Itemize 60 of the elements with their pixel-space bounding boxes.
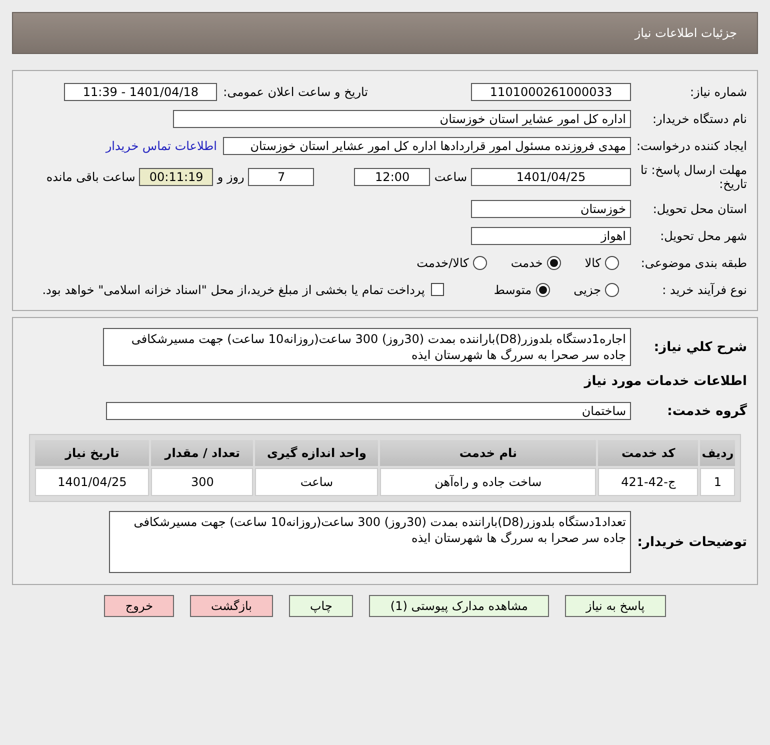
column-header: ردیف	[700, 440, 735, 466]
field-label: نام دستگاه خریدار:	[652, 112, 748, 126]
city-field: اهواز	[471, 226, 631, 244]
column-header: واحد اندازه گیری	[255, 440, 378, 466]
action-button[interactable]: بازگشت	[190, 595, 273, 617]
announce-date-field: 1401/04/18 - 11:39	[64, 82, 218, 100]
column-header: تعداد / مقدار	[151, 440, 254, 466]
field-label: تاریخ و ساعت اعلان عمومی:	[223, 84, 368, 98]
radio-button[interactable]	[605, 256, 619, 270]
buyer-org-field: اداره کل امور عشایر استان خوزستان	[173, 110, 631, 128]
contact-link[interactable]: اطلاعات تماس خریدار	[106, 138, 217, 152]
field-label: ایجاد کننده درخواست:	[635, 138, 748, 152]
deadline-time-field: 12:00	[354, 168, 430, 186]
page-title: جزئیات اطلاعات نیاز	[634, 26, 737, 40]
field-label: استان محل تحویل:	[652, 202, 748, 216]
field-label: گروه خدمت:	[666, 404, 748, 418]
radio-button[interactable]	[605, 282, 619, 296]
requester-field: مهدی فروزنده مسئول امور قراردادها اداره کل امور عشایر استان خوزستان	[223, 136, 631, 154]
field-label: طبقه بندی موضوعی:	[640, 256, 748, 270]
column-header: کد خدمت	[598, 440, 698, 466]
action-button[interactable]: چاپ	[289, 595, 354, 617]
option-label: خدمت	[510, 256, 543, 270]
buyer-notes-field: تعداد1دستگاه بلدوزر(D8)باراننده بمدت (30روز) 300 ساعت(روزانه10 ساعت) جهت مسیرشکافی جاده سر صحرا به سررگ ها شهرستان ایذه	[109, 511, 631, 573]
field-label: توضیحات خریدار:	[636, 534, 748, 550]
field-label: ساعت	[434, 170, 467, 184]
field-label: روز و	[217, 170, 244, 184]
table-cell: 1	[700, 468, 735, 496]
action-button[interactable]: خروج	[104, 595, 174, 617]
table-cell: 300	[151, 468, 254, 496]
action-button[interactable]: پاسخ به نیاز	[564, 595, 666, 617]
field-label: شرح کلي نياز:	[652, 340, 748, 354]
radio-button[interactable]	[472, 256, 487, 270]
field-label: شماره نیاز:	[689, 84, 748, 98]
need-number-field: 1101000261000033	[471, 82, 631, 100]
field-label: ساعت باقی مانده	[46, 170, 136, 184]
service-group-field: ساختمان	[106, 402, 631, 420]
table-cell: ساخت جاده و راه‌آهن	[380, 468, 596, 496]
province-field: خوزستان	[471, 200, 631, 218]
checkbox[interactable]	[430, 283, 444, 296]
field-label: شهر محل تحویل:	[659, 228, 748, 242]
option-label: متوسط	[494, 282, 532, 296]
column-header: تاریخ نیاز	[35, 440, 150, 466]
column-header: نام خدمت	[380, 440, 596, 466]
checkbox-label: پرداخت تمام یا بخشی از مبلغ خرید،از محل "اسناد خزانه اسلامی" خواهد بود.	[42, 282, 425, 296]
radio-button[interactable]	[546, 256, 561, 270]
table-cell: ساعت	[255, 468, 378, 496]
table-cell: 1401/04/25	[35, 468, 150, 496]
field-label: نوع فرآیند خرید :	[661, 282, 748, 296]
option-label: جزیی	[574, 282, 601, 296]
section-title: اطلاعات خدمات مورد نیاز	[584, 374, 748, 388]
table-cell: ج-42-421	[598, 468, 698, 496]
option-label: کالا/خدمت	[416, 256, 469, 270]
deadline-date-field: 1401/04/25	[471, 168, 631, 186]
option-label: کالا	[584, 256, 601, 270]
days-field: 7	[248, 168, 314, 186]
summary-field: اجاره1دستگاه بلدوزر(D8)باراننده بمدت (30روز) 300 ساعت(روزانه10 ساعت) جهت مسیرشکافی جاده سر صحرا به سررگ ها شهرستان ایذه	[103, 328, 631, 366]
field-label: مهلت ارسال پاسخ: تا تاریخ:	[639, 163, 748, 191]
radio-button[interactable]	[536, 282, 550, 296]
action-button[interactable]: مشاهده مدارک پیوستی (1)	[369, 595, 549, 617]
countdown-field: 00:11:19	[139, 168, 214, 186]
